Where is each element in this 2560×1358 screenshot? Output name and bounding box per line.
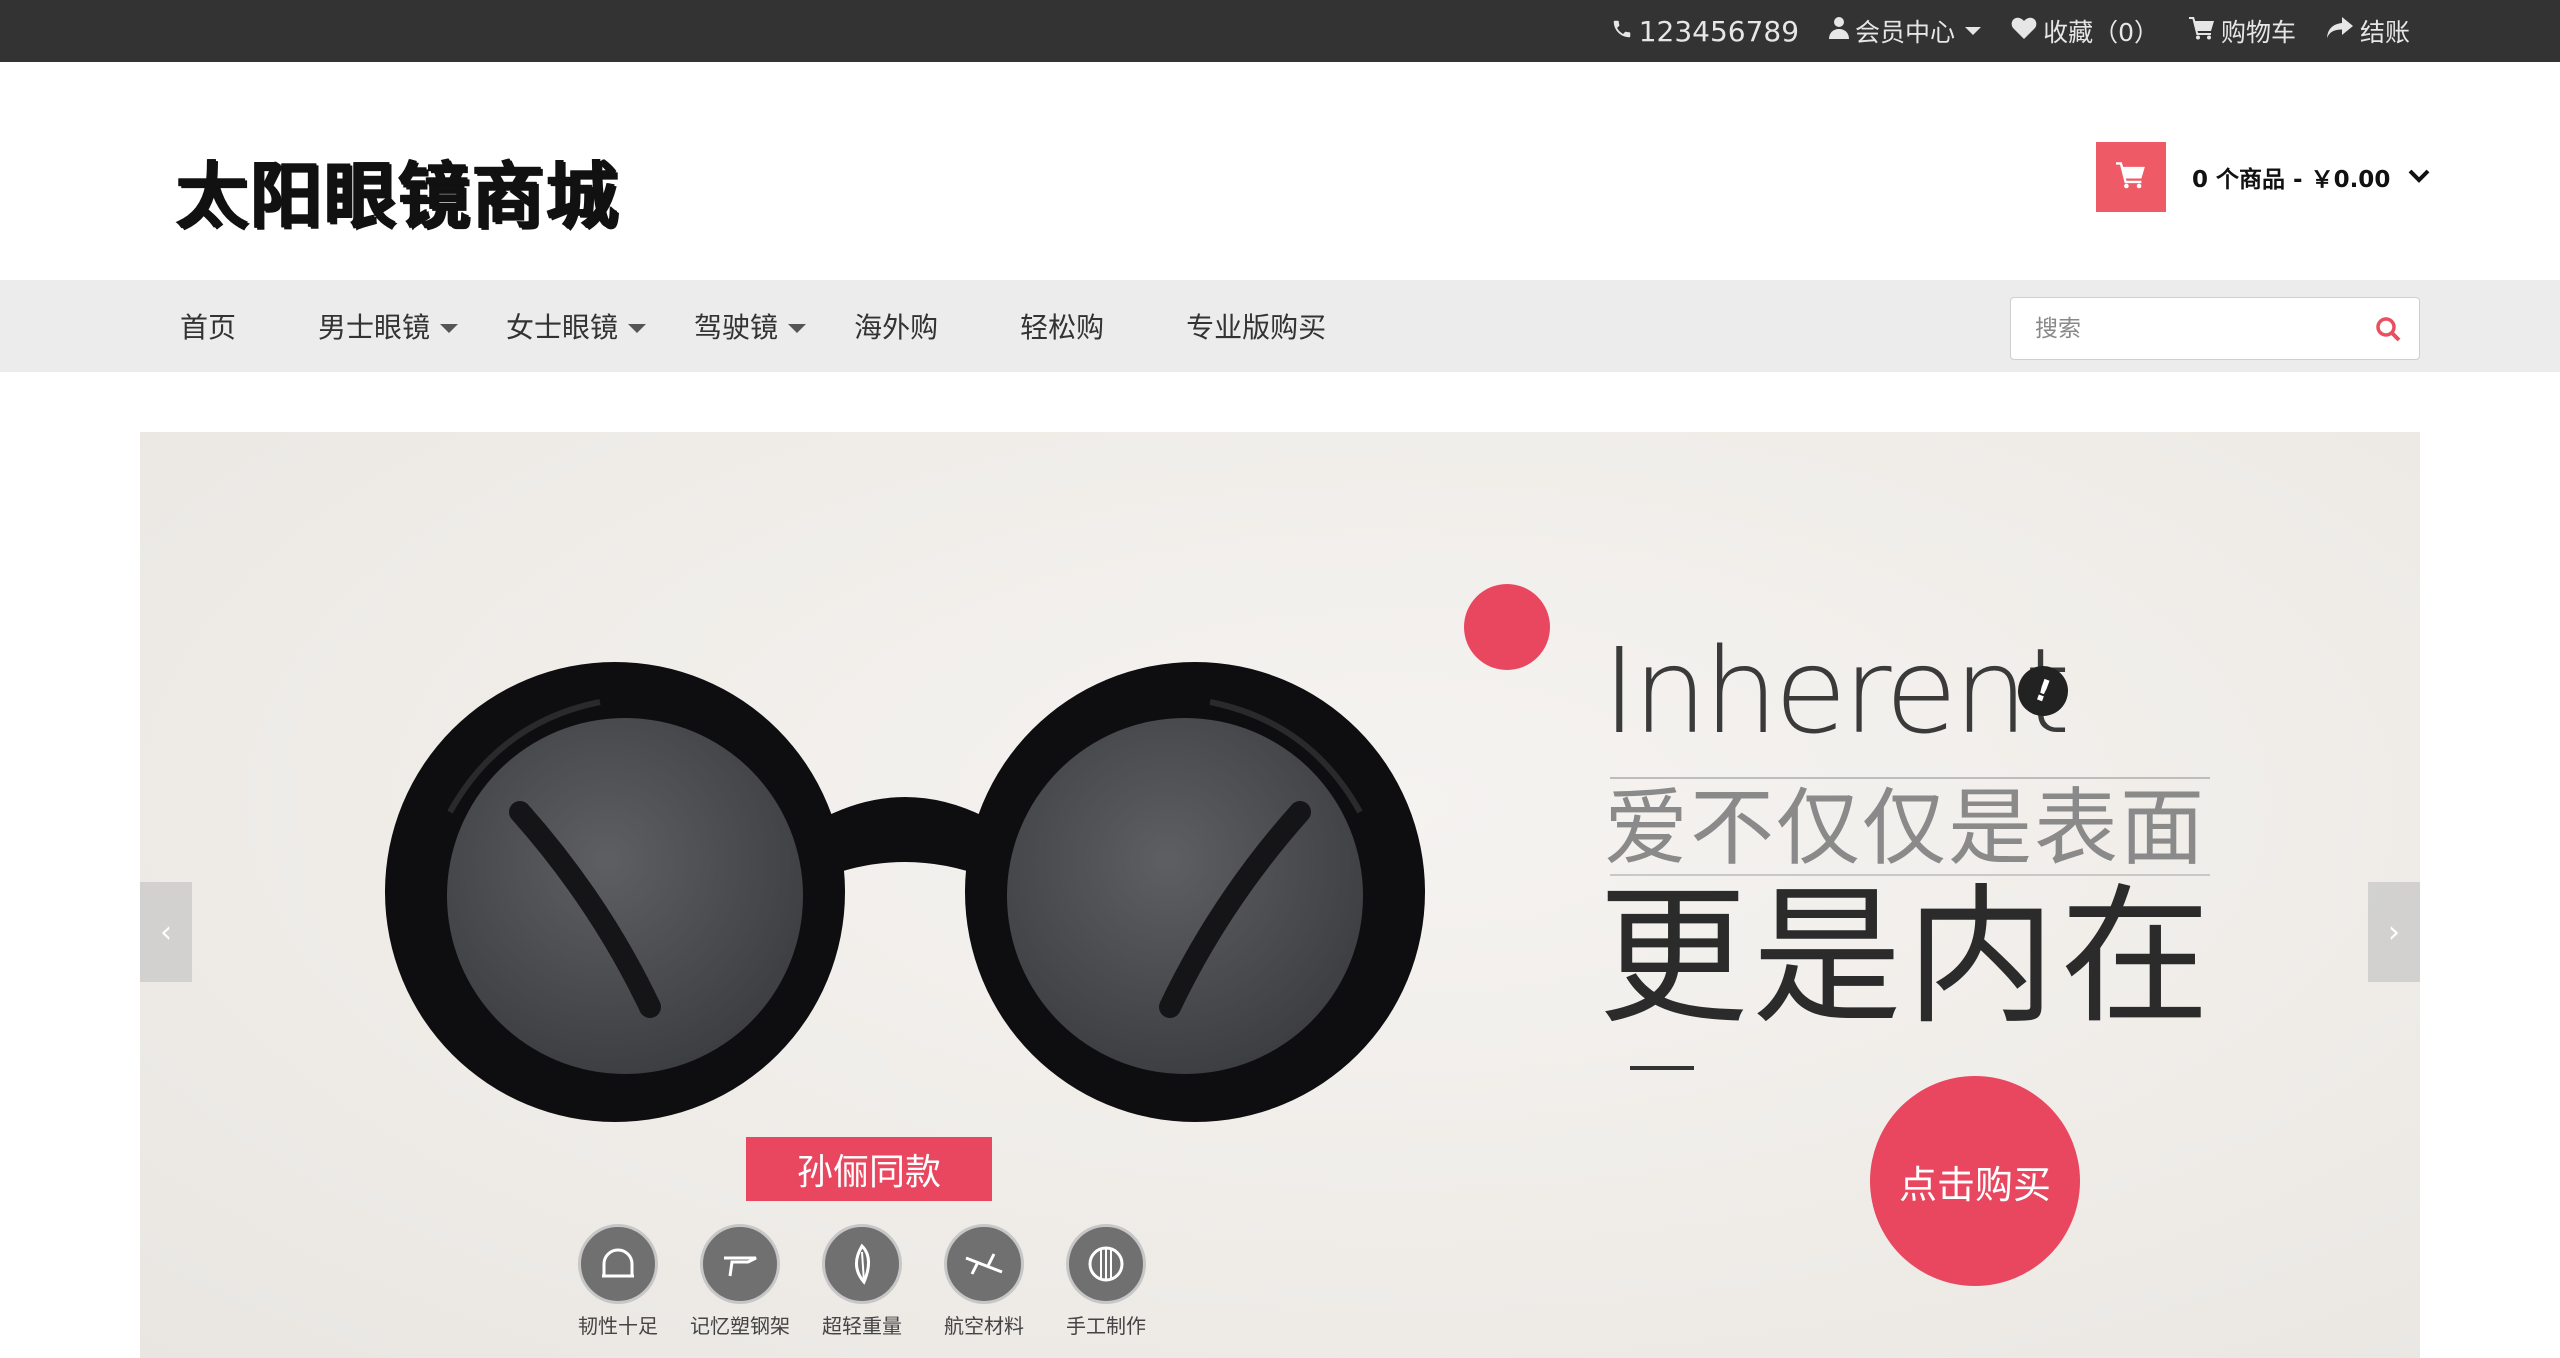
- search-box: [2010, 297, 2420, 360]
- nav-item-mens[interactable]: 男士眼镜: [318, 306, 459, 346]
- feature-item: 记忆塑钢架: [690, 1224, 790, 1339]
- cart-summary-dropdown[interactable]: 0 个商品 - ￥0.00: [2192, 154, 2430, 200]
- chevron-down-icon: [2408, 164, 2430, 190]
- cart-label: 购物车: [2220, 18, 2296, 47]
- nav-item-label: 海外购: [854, 311, 939, 344]
- caret-down-icon: [1965, 27, 1982, 35]
- checkout-link[interactable]: 结账: [2326, 13, 2410, 49]
- chevron-left-icon: ‹: [160, 914, 172, 950]
- top-bar: 123456789 会员中心 收藏（0） 购物车 结账: [0, 0, 2560, 62]
- site-logo[interactable]: 太阳眼镜商城: [176, 137, 620, 242]
- site-header: 太阳眼镜商城 0 个商品 - ￥0.00: [0, 62, 2560, 280]
- celebrity-tag: 孙俪同款: [746, 1137, 992, 1201]
- feature-label: 航空材料: [944, 1314, 1024, 1338]
- feature-item: 韧性十足: [578, 1224, 658, 1339]
- nav-menu: 首页 男士眼镜 女士眼镜 驾驶镜 海外购 轻松购 专业版购买: [180, 280, 1326, 372]
- search-icon[interactable]: [2375, 316, 2401, 346]
- feature-label: 韧性十足: [578, 1314, 658, 1338]
- carousel-prev-button[interactable]: ‹: [140, 882, 192, 982]
- decorative-dot: [1464, 584, 1550, 670]
- nav-item-label: 首页: [180, 311, 237, 344]
- sunglasses-image: [385, 662, 1425, 1122]
- nav-item-label: 轻松购: [1020, 311, 1105, 344]
- nav-item-label: 男士眼镜: [318, 311, 431, 344]
- cart-link[interactable]: 购物车: [2188, 13, 2296, 49]
- checkout-label: 结账: [2359, 18, 2410, 47]
- feature-item: 手工制作: [1066, 1224, 1146, 1339]
- top-bar-links: 123456789 会员中心 收藏（0） 购物车 结账: [1611, 0, 2410, 62]
- phone-icon: [1611, 15, 1633, 48]
- caret-down-icon: [440, 323, 459, 333]
- banner-headline: Inherent: [1602, 622, 2071, 760]
- nav-item-label: 女士眼镜: [506, 311, 619, 344]
- account-label: 会员中心: [1855, 18, 1956, 47]
- search-input[interactable]: [2011, 298, 2351, 359]
- nav-item-label: 专业版购买: [1186, 311, 1327, 344]
- main-nav: 首页 男士眼镜 女士眼镜 驾驶镜 海外购 轻松购 专业版购买: [0, 280, 2560, 372]
- hero-banner[interactable]: ‹ › Inherent ! 爱不仅仅是表面 更是内在 孙俪同款 韧性十足 记忆…: [140, 432, 2420, 1358]
- frame-hinge-icon: [700, 1224, 780, 1304]
- wishlist-link[interactable]: 收藏（0）: [2011, 13, 2159, 49]
- chevron-right-icon: ›: [2388, 914, 2400, 950]
- divider: [1630, 1066, 1694, 1070]
- cart-icon: [2188, 16, 2215, 46]
- nav-item-driving[interactable]: 驾驶镜: [694, 306, 807, 346]
- airplane-icon: [944, 1224, 1024, 1304]
- cart-summary-text: 0 个商品 - ￥0.00: [2192, 167, 2391, 193]
- feature-label: 记忆塑钢架: [690, 1314, 790, 1338]
- phone-link[interactable]: 123456789: [1611, 15, 1799, 48]
- user-icon: [1829, 16, 1850, 46]
- carousel-next-button[interactable]: ›: [2368, 882, 2420, 982]
- banner-slogan-secondary: 更是内在: [1598, 871, 2215, 1045]
- buy-now-button[interactable]: 点击购买: [1870, 1076, 2080, 1286]
- helmet-icon: [578, 1224, 658, 1304]
- nav-item-home[interactable]: 首页: [180, 306, 236, 346]
- nav-item-womens[interactable]: 女士眼镜: [506, 306, 647, 346]
- phone-number: 123456789: [1638, 14, 1800, 48]
- buy-now-label: 点击购买: [1898, 1162, 2051, 1207]
- caret-down-icon: [628, 323, 647, 333]
- feature-label: 手工制作: [1066, 1314, 1146, 1338]
- cart-icon: [2116, 161, 2146, 193]
- feature-icons: 韧性十足 记忆塑钢架 超轻重量 航空材料 手工制作: [578, 1224, 1146, 1339]
- mini-cart-button[interactable]: [2096, 142, 2166, 212]
- caret-down-icon: [788, 323, 807, 333]
- feature-label: 超轻重量: [822, 1314, 902, 1338]
- handmade-icon: [1066, 1224, 1146, 1304]
- wishlist-label: 收藏（0）: [2043, 18, 2159, 47]
- nav-item-pro-purchase[interactable]: 专业版购买: [1186, 306, 1326, 346]
- heart-icon: [2011, 16, 2037, 46]
- account-menu[interactable]: 会员中心: [1829, 13, 1982, 49]
- nav-item-easy-buy[interactable]: 轻松购: [1020, 306, 1104, 346]
- share-arrow-icon: [2326, 16, 2354, 46]
- nav-item-label: 驾驶镜: [694, 311, 779, 344]
- feather-icon: [822, 1224, 902, 1304]
- feature-item: 超轻重量: [822, 1224, 902, 1339]
- feature-item: 航空材料: [944, 1224, 1024, 1339]
- banner-slogan-primary: 爱不仅仅是表面: [1604, 779, 2207, 877]
- nav-item-overseas[interactable]: 海外购: [854, 306, 938, 346]
